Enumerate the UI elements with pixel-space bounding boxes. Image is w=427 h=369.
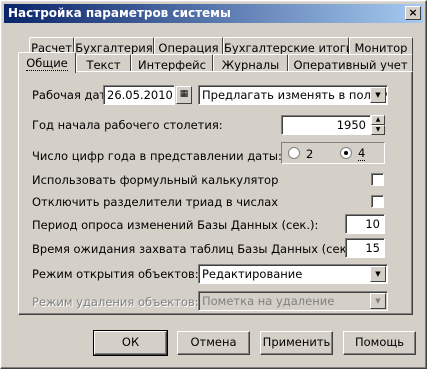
ok-button[interactable]: ОК	[93, 330, 168, 356]
window-title: Настройка параметров системы	[8, 6, 231, 20]
year-digits-radiogroup: 2 4	[281, 142, 385, 164]
triad-label: Отключить разделители триад в числах	[32, 195, 279, 209]
delete-mode-select: Пометка на удаление ▼	[198, 291, 388, 311]
lock-wait-field[interactable]: 15	[345, 238, 385, 258]
poll-period-label: Период опроса изменений Базы Данных (сек…	[32, 218, 319, 232]
century-label: Год начала рабочего столетия:	[32, 118, 223, 132]
delete-mode-value: Пометка на удаление	[202, 294, 335, 308]
open-mode-select[interactable]: Редактирование ▼	[198, 264, 388, 284]
lock-wait-label: Время ожидания захвата таблиц Базы Данны…	[32, 242, 359, 256]
century-field[interactable]: 1950	[281, 115, 371, 135]
calculator-checkbox[interactable]	[371, 173, 384, 186]
delete-mode-label: Режим удаления объектов:	[32, 295, 199, 309]
chevron-down-icon[interactable]: ▼	[370, 266, 386, 282]
open-mode-label: Режим открытия объектов:	[32, 267, 199, 281]
help-button[interactable]: Помощь	[343, 331, 416, 355]
year-digits-radio-4[interactable]	[340, 147, 352, 159]
chevron-down-icon[interactable]: ▼	[370, 87, 386, 103]
calculator-label: Использовать формульный калькулятор	[32, 173, 279, 187]
work-date-field[interactable]: 26.05.2010	[103, 85, 175, 105]
year-digits-radio-2[interactable]	[288, 147, 300, 159]
settings-dialog: Настройка параметров системы × Расчет Бу…	[0, 0, 427, 369]
open-mode-value: Редактирование	[202, 267, 303, 281]
date-mode-select[interactable]: Предлагать изменять в полночь ▼	[198, 85, 388, 105]
triad-checkbox[interactable]	[371, 195, 384, 208]
close-icon[interactable]: ×	[405, 6, 421, 20]
year-digits-label: Число цифр года в представлении даты:	[32, 149, 282, 163]
apply-button[interactable]: Применить	[260, 331, 333, 355]
chevron-down-icon: ▼	[370, 293, 386, 309]
century-spinner[interactable]: ▲ ▼	[371, 115, 385, 135]
year-digits-option-2: 2	[306, 147, 314, 161]
calendar-icon[interactable]: ▦	[176, 86, 192, 104]
date-mode-value: Предлагать изменять в полночь	[202, 88, 388, 102]
year-digits-option-4: 4	[358, 146, 366, 161]
spin-up-icon[interactable]: ▲	[371, 115, 385, 125]
cancel-button[interactable]: Отмена	[177, 331, 250, 355]
tab-obshchie-label: Общие	[26, 56, 68, 71]
general-tab-panel: Рабочая дата: 26.05.2010 ▦ Предлагать из…	[18, 71, 413, 315]
title-bar[interactable]: Настройка параметров системы ×	[4, 4, 423, 23]
poll-period-field[interactable]: 10	[345, 214, 385, 234]
spin-down-icon[interactable]: ▼	[371, 125, 385, 135]
tab-obshchie[interactable]: Общие	[18, 52, 76, 73]
